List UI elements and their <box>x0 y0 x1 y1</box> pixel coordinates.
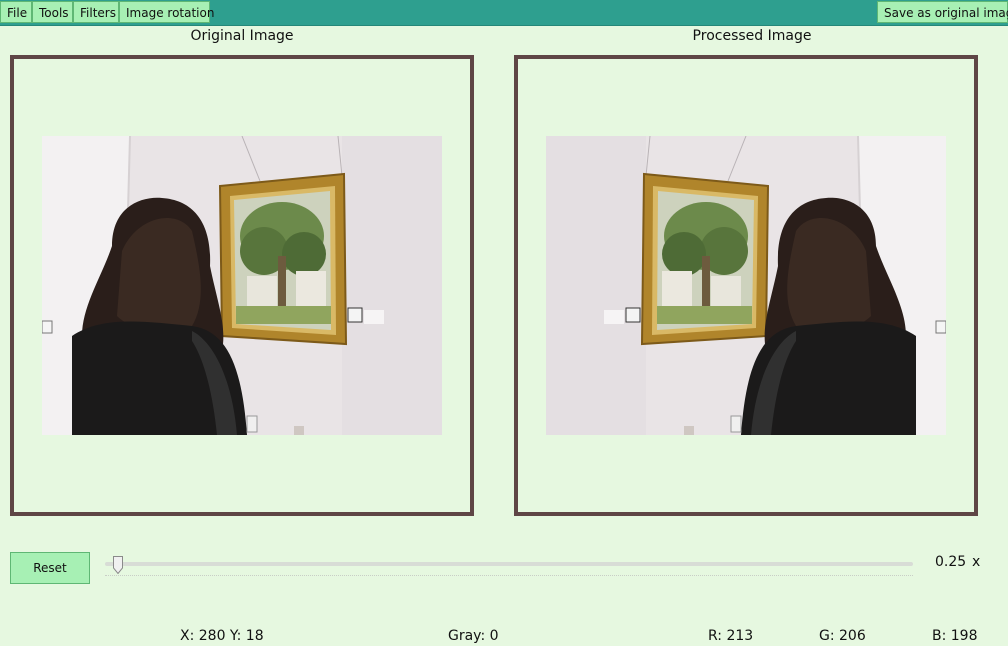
original-image-frame[interactable] <box>10 55 474 516</box>
gray-value: Gray: 0 <box>448 628 499 644</box>
cursor-coordinates: X: 280 Y: 18 <box>180 628 264 644</box>
menu-image-rotation[interactable]: Image rotation <box>119 1 214 23</box>
save-as-original-button[interactable]: Save as original image <box>877 1 1008 23</box>
menu-filters[interactable]: Filters <box>73 1 119 23</box>
blue-value: B: 198 <box>932 628 978 644</box>
zoom-slider-thumb[interactable] <box>113 556 124 574</box>
menu-file[interactable]: File <box>0 1 32 23</box>
zoom-slider-track[interactable] <box>105 562 913 566</box>
zoom-value: 0.25 <box>935 554 967 570</box>
processed-image-title: Processed Image <box>692 28 812 44</box>
processed-image-frame[interactable] <box>514 55 978 516</box>
reset-button[interactable]: Reset <box>10 552 90 584</box>
processed-image[interactable] <box>546 136 946 435</box>
menu-tools[interactable]: Tools <box>32 1 73 23</box>
original-image-title: Original Image <box>190 28 294 44</box>
zoom-unit-label: x <box>972 554 981 570</box>
menu-bar: File Tools Filters Image rotation Save a… <box>0 0 1008 26</box>
green-value: G: 206 <box>819 628 866 644</box>
zoom-slider-ticks <box>105 575 913 577</box>
original-image[interactable] <box>42 136 442 435</box>
red-value: R: 213 <box>708 628 754 644</box>
